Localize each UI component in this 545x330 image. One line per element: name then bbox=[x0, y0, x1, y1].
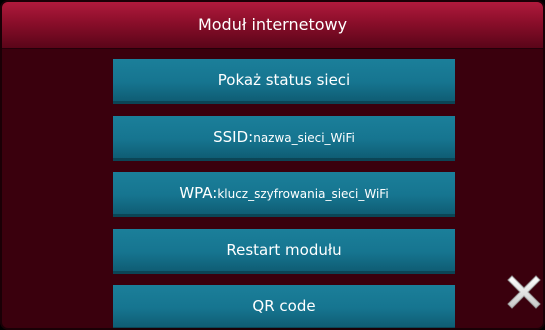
screen: Moduł internetowy Pokaż status sieci SSI… bbox=[0, 0, 545, 330]
close-button[interactable] bbox=[502, 270, 543, 314]
ssid-prefix: SSID: bbox=[213, 128, 254, 146]
wpa-button[interactable]: WPA:klucz_szyfrowania_sieci_WiFi bbox=[113, 172, 455, 217]
ssid-value: nazwa_sieci_WiFi bbox=[253, 131, 355, 145]
restart-module-button[interactable]: Restart modułu bbox=[113, 229, 455, 274]
restart-module-label: Restart modułu bbox=[226, 241, 342, 259]
ssid-button[interactable]: SSID:nazwa_sieci_WiFi bbox=[113, 116, 455, 161]
qr-code-label: QR code bbox=[252, 297, 316, 315]
show-network-status-label: Pokaż status sieci bbox=[217, 71, 351, 89]
header-bar: Moduł internetowy bbox=[2, 2, 543, 49]
wpa-value: klucz_szyfrowania_sieci_WiFi bbox=[217, 187, 389, 201]
wpa-prefix: WPA: bbox=[179, 184, 218, 202]
close-icon bbox=[507, 275, 541, 309]
show-network-status-button[interactable]: Pokaż status sieci bbox=[113, 59, 455, 104]
page-title: Moduł internetowy bbox=[197, 15, 348, 34]
qr-code-button[interactable]: QR code bbox=[113, 285, 455, 328]
